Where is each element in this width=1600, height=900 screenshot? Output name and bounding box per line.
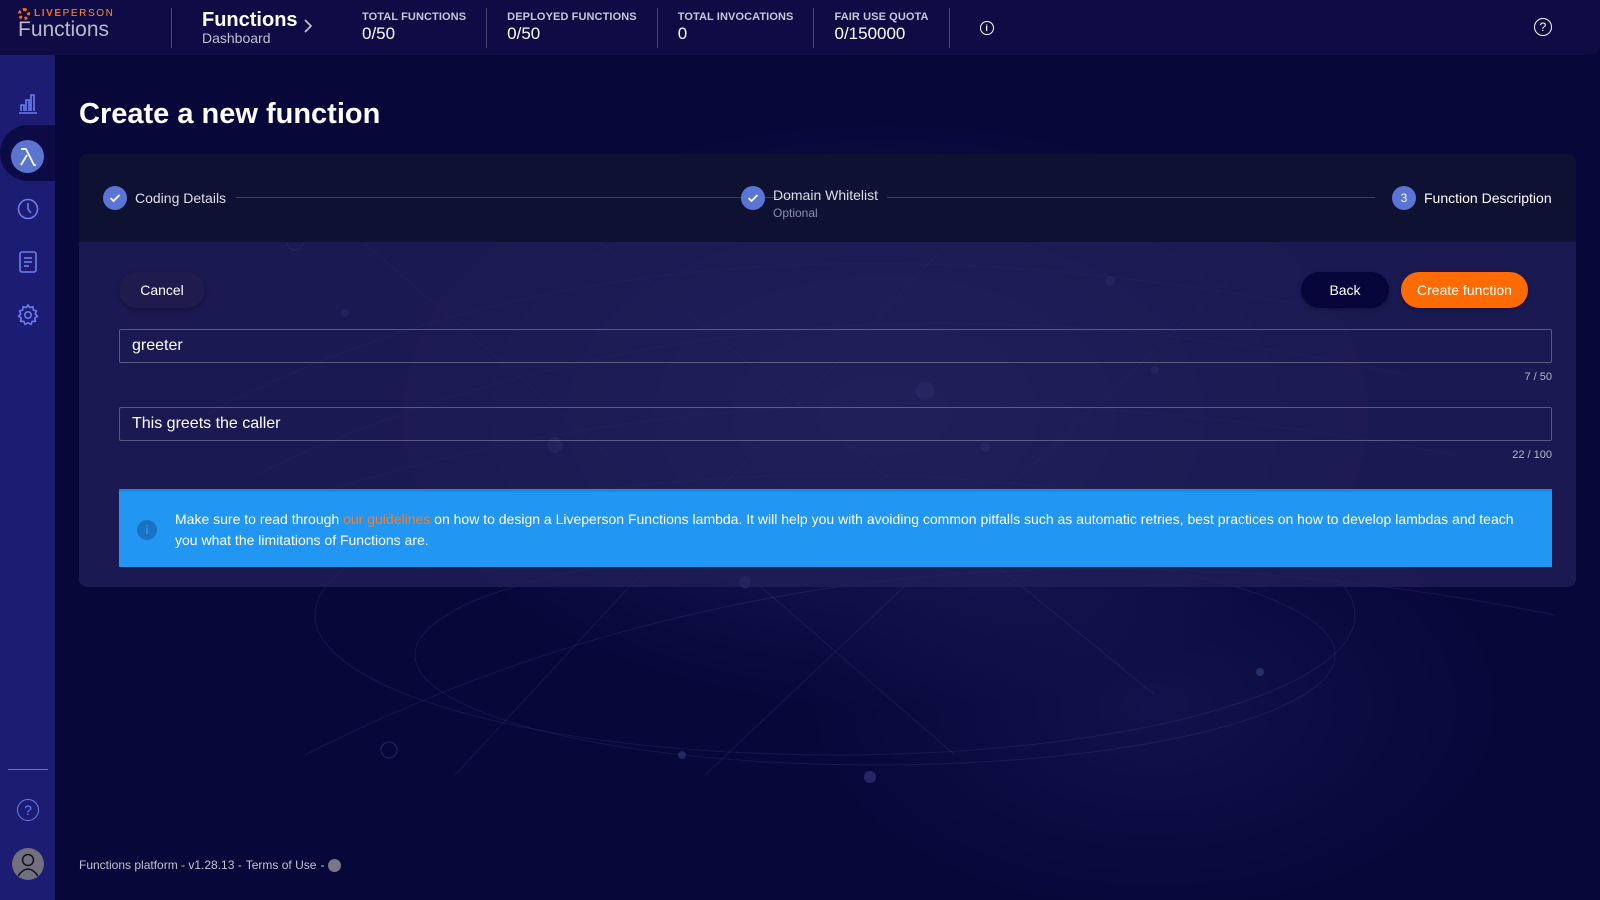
sidebar-item-functions[interactable] [11,140,44,173]
bar-chart-icon [19,94,37,114]
top-bar: LIVE PERSON Functions Functions Dashboard… [0,0,1600,55]
app-subtitle-text: Dashboard [202,30,271,46]
stat-value: 0/150000 [834,23,906,43]
step-label: Domain Whitelist [773,186,879,203]
stat-value: 0/50 [362,23,396,43]
function-name-input[interactable] [119,329,1552,363]
step-coding-details[interactable]: Coding Details [103,154,226,242]
step-label: Coding Details [135,190,227,206]
liveperson-logo[interactable]: LIVE PERSON Functions [0,7,172,48]
chevron-right-icon [302,15,342,41]
guidelines-info-banner: i Make sure to read through our guidelin… [119,489,1552,567]
function-description-input[interactable] [119,407,1552,441]
status-emoji-icon [328,858,342,872]
info-icon: i [137,520,157,540]
stat-total-functions: TOTAL FUNCTIONS 0/50 [342,7,488,48]
sidebar-item-logs[interactable] [12,246,44,278]
step-connector [887,197,1375,198]
sidebar-item-settings[interactable] [12,299,44,331]
lambda-icon [19,147,36,166]
create-function-button[interactable]: Create function [1401,272,1528,308]
check-icon [741,186,765,210]
sidebar-item-history[interactable] [12,193,44,225]
stat-label: DEPLOYED FUNCTIONS [507,10,637,23]
banner-text-before: Make sure to read through [175,511,344,527]
info-icon[interactable]: i [979,20,994,35]
guidelines-link[interactable]: our guidelines [343,511,430,527]
stat-label: TOTAL FUNCTIONS [362,10,467,23]
sidebar: ? [0,55,55,900]
cancel-button[interactable]: Cancel [119,272,205,308]
user-icon [17,853,39,877]
stat-label: FAIR USE QUOTA [834,10,929,23]
sidebar-item-dashboard[interactable] [12,87,44,119]
help-icon[interactable]: ? [1534,18,1552,36]
step-number: 3 [1392,186,1416,210]
banner-text: Make sure to read through our guidelines… [175,509,1522,551]
stat-label: TOTAL INVOCATIONS [677,10,794,23]
gear-icon [17,303,39,326]
terms-of-use-link[interactable]: Terms of Use [246,858,317,872]
clock-icon [17,198,39,220]
stepper: Coding Details Domain Whitelist Optional… [79,154,1576,242]
step-label: Function Description [1424,190,1552,206]
name-char-counter: 7 / 50 [1524,371,1552,383]
app-title: Functions Dashboard [172,9,302,46]
description-char-counter: 22 / 100 [1512,449,1552,461]
step-sublabel: Optional [773,205,818,220]
stat-value: 0 [677,23,688,43]
sidebar-help-icon[interactable]: ? [17,799,39,821]
footer-separator: - [320,858,325,872]
stat-fair-use-quota: FAIR USE QUOTA 0/150000 [814,7,950,48]
document-icon [19,251,37,273]
check-icon [103,186,127,210]
step-domain-whitelist[interactable]: Domain Whitelist Optional [741,154,878,242]
step-connector [236,197,796,198]
step-function-description[interactable]: 3 Function Description [1392,154,1552,242]
app-title-text: Functions [202,9,298,31]
sidebar-divider [8,769,48,770]
back-button[interactable]: Back [1301,272,1389,308]
create-function-card: Coding Details Domain Whitelist Optional… [79,154,1576,587]
page-title: Create a new function [79,98,381,130]
footer-platform-version: Functions platform - v1.28.13 - [79,858,242,872]
stat-value: 0/50 [507,23,541,43]
stat-total-invocations: TOTAL INVOCATIONS 0 [658,7,815,48]
avatar[interactable] [12,848,44,880]
footer: Functions platform - v1.28.13 - Terms of… [79,858,342,872]
stat-deployed-functions: DEPLOYED FUNCTIONS 0/50 [487,7,658,48]
logo-product: Functions [18,17,110,41]
